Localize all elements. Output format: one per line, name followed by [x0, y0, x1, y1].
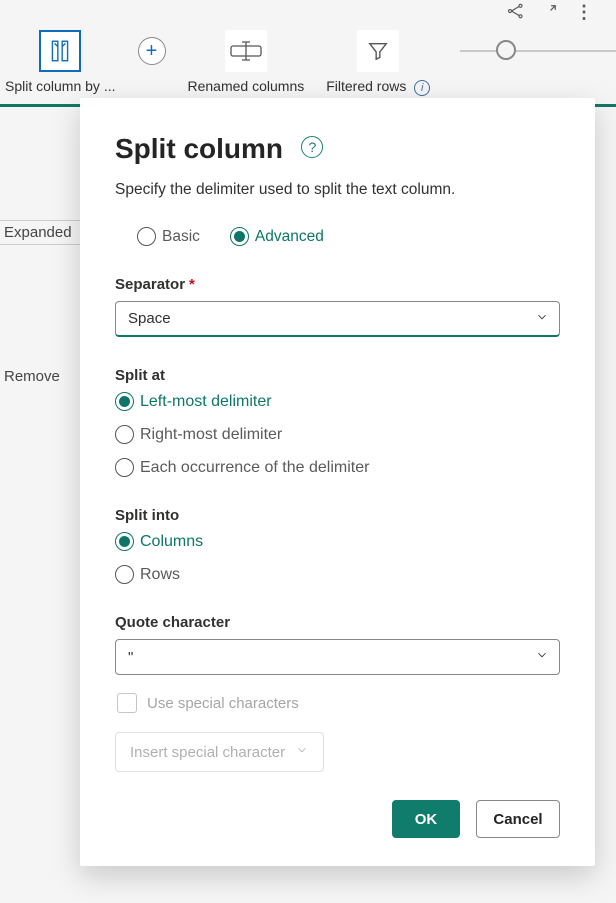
help-icon[interactable]: ? [301, 136, 323, 158]
radio-rows[interactable]: Rows [115, 565, 560, 584]
split-into-radio-group: Columns Rows [115, 532, 560, 584]
cancel-button[interactable]: Cancel [476, 800, 560, 838]
dialog-title: Split column [115, 133, 283, 165]
split-at-label: Split at [115, 367, 560, 384]
use-special-checkbox[interactable]: Use special characters [115, 693, 299, 713]
radio-columns[interactable]: Columns [115, 532, 560, 551]
dialog-buttons: OK Cancel [115, 800, 560, 838]
quote-label: Quote character [115, 614, 560, 631]
info-icon[interactable]: i [414, 80, 430, 96]
add-step-button[interactable]: + [138, 37, 166, 96]
chevron-down-icon [535, 648, 549, 666]
plus-icon: + [138, 37, 166, 65]
radio-each-occurrence[interactable]: Each occurrence of the delimiter [115, 458, 560, 477]
rename-columns-icon [225, 30, 267, 72]
chevron-down-icon [535, 310, 549, 328]
graph-edge [460, 50, 616, 52]
radio-basic[interactable]: Basic [137, 227, 200, 246]
step-label: Filtered rows i [326, 78, 430, 96]
separator-label: Separator* [115, 276, 560, 293]
dialog-subtitle: Specify the delimiter used to split the … [115, 181, 560, 199]
split-into-label: Split into [115, 507, 560, 524]
radio-right-most[interactable]: Right-most delimiter [115, 425, 560, 444]
graph-toolbar: ⋮ [507, 2, 594, 25]
radio-left-most[interactable]: Left-most delimiter [115, 392, 560, 411]
step-renamed-columns[interactable]: Renamed columns [188, 30, 305, 96]
step-label: Renamed columns [188, 78, 305, 94]
split-at-radio-group: Left-most delimiter Right-most delimiter… [115, 392, 560, 477]
applied-steps-toolbar: Split column by ... + Renamed columns Fi… [0, 30, 616, 107]
step-filtered-rows[interactable]: Filtered rows i [326, 30, 430, 96]
step-split-column[interactable]: Split column by ... [5, 30, 116, 96]
step-label: Split column by ... [5, 78, 116, 94]
split-column-icon [39, 30, 81, 72]
insert-special-button[interactable]: Insert special character [115, 732, 324, 772]
radio-advanced[interactable]: Advanced [230, 227, 324, 246]
ok-button[interactable]: OK [392, 800, 460, 838]
chevron-down-icon [295, 743, 309, 761]
graph-node [496, 40, 516, 60]
quote-dropdown[interactable]: " [115, 639, 560, 675]
separator-dropdown[interactable]: Space [115, 301, 560, 337]
more-icon[interactable]: ⋮ [575, 2, 594, 25]
filter-icon [357, 30, 399, 72]
separator-value: Space [128, 310, 171, 327]
split-column-dialog: Split column ? Specify the delimiter use… [80, 98, 595, 866]
quote-value: " [128, 649, 133, 666]
branch-icon[interactable] [507, 2, 525, 25]
expand-icon[interactable] [543, 2, 557, 25]
mode-radio-group: Basic Advanced [115, 227, 560, 246]
